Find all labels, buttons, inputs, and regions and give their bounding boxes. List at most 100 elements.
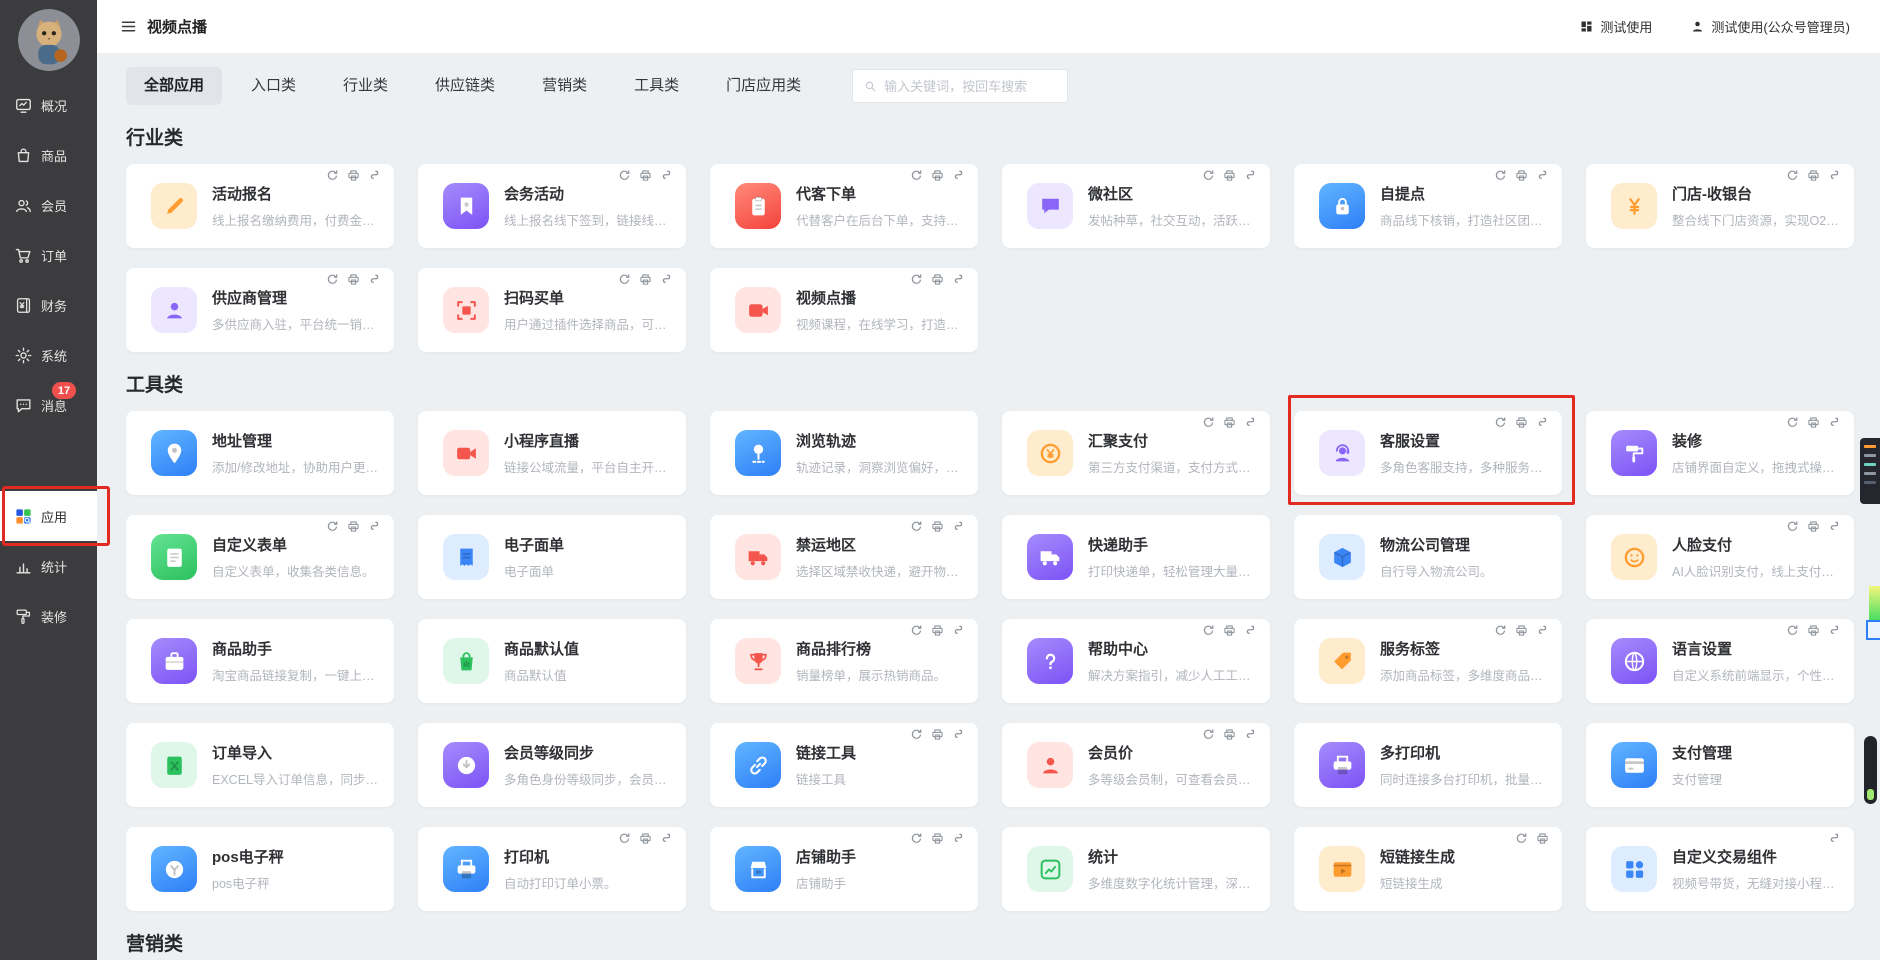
app-card[interactable]: 自提点 商品线下核销，打造社区团购平... [1294,164,1562,248]
printer-action-icon[interactable] [347,273,360,286]
printer-action-icon[interactable] [931,832,944,845]
refresh-action-icon[interactable] [326,169,339,182]
refresh-action-icon[interactable] [1494,416,1507,429]
link-action-icon[interactable] [660,273,673,286]
sidebar-item-finance[interactable]: 财务 [0,280,97,330]
refresh-action-icon[interactable] [910,520,923,533]
link-action-icon[interactable] [1244,416,1257,429]
tab-2[interactable]: 行业类 [325,67,406,105]
tab-all-apps[interactable]: 全部应用 [126,67,223,105]
printer-action-icon[interactable] [1223,169,1236,182]
printer-action-icon[interactable] [1515,416,1528,429]
tab-4[interactable]: 营销类 [524,67,605,105]
refresh-action-icon[interactable] [1202,728,1215,741]
printer-action-icon[interactable] [347,520,360,533]
printer-action-icon[interactable] [931,273,944,286]
printer-action-icon[interactable] [1223,624,1236,637]
refresh-action-icon[interactable] [910,273,923,286]
printer-action-icon[interactable] [931,520,944,533]
app-card[interactable]: 服务标签 添加商品标签，多维度商品标记。 [1294,619,1562,703]
search-input[interactable] [884,78,1058,94]
app-card[interactable]: pos电子秤 pos电子秤 [126,827,394,911]
app-card[interactable]: 支付管理 支付管理 [1586,723,1854,807]
app-card[interactable]: 统计 多维度数字化统计管理，深度了... [1002,827,1270,911]
printer-action-icon[interactable] [1536,832,1549,845]
tab-3[interactable]: 供应链类 [417,67,513,105]
app-card[interactable]: 商品排行榜 销量榜单，展示热销商品。 [710,619,978,703]
sidebar-item-order[interactable]: 订单 [0,230,97,280]
link-action-icon[interactable] [368,169,381,182]
printer-action-icon[interactable] [1515,624,1528,637]
app-card[interactable]: 禁运地区 选择区域禁收快递，避开物流收... [710,515,978,599]
app-card[interactable]: 多打印机 同时连接多台打印机，批量完成... [1294,723,1562,807]
printer-action-icon[interactable] [1515,169,1528,182]
app-card[interactable]: 会务活动 线上报名线下签到，链接线下活... [418,164,686,248]
edge-widget-toolbar[interactable] [1860,438,1880,504]
link-action-icon[interactable] [1536,416,1549,429]
tab-1[interactable]: 入口类 [233,67,314,105]
sidebar-item-goods[interactable]: 商品 [0,130,97,180]
app-card[interactable]: 代客下单 代替客户在后台下单，支持自营... [710,164,978,248]
tab-5[interactable]: 工具类 [616,67,697,105]
link-action-icon[interactable] [952,728,965,741]
refresh-action-icon[interactable] [910,624,923,637]
app-card[interactable]: 小程序直播 链接公域流量，平台自主开播。 [418,411,686,495]
printer-action-icon[interactable] [1807,169,1820,182]
refresh-action-icon[interactable] [1202,624,1215,637]
link-action-icon[interactable] [1244,169,1257,182]
printer-action-icon[interactable] [639,832,652,845]
printer-action-icon[interactable] [347,169,360,182]
sidebar-item-message[interactable]: 消息 17 [0,380,97,430]
app-card[interactable]: 电子面单 电子面单 [418,515,686,599]
sidebar-item-overview[interactable]: 概况 [0,80,97,130]
account-menu[interactable]: 测试使用(公众号管理员) [1690,17,1850,36]
sidebar-item-apps[interactable]: 应用 [0,486,110,546]
avatar[interactable] [17,9,80,71]
workspace-switcher[interactable]: 测试使用 [1579,17,1652,36]
app-card[interactable]: 自定义表单 自定义表单，收集各类信息。 [126,515,394,599]
link-action-icon[interactable] [952,624,965,637]
app-card[interactable]: 客服设置 多角色客服支持，多种服务入口。 [1288,395,1575,505]
link-action-icon[interactable] [1828,624,1841,637]
app-card[interactable]: 打印机 自动打印订单小票。 [418,827,686,911]
app-card[interactable]: 会员价 多等级会员制，可查看会员价，... [1002,723,1270,807]
refresh-action-icon[interactable] [1494,624,1507,637]
app-card[interactable]: 链接工具 链接工具 [710,723,978,807]
link-action-icon[interactable] [1828,832,1841,845]
app-card[interactable]: 汇聚支付 第三方支付渠道，支付方式多样... [1002,411,1270,495]
refresh-action-icon[interactable] [910,728,923,741]
link-action-icon[interactable] [368,520,381,533]
link-action-icon[interactable] [660,169,673,182]
sidebar-item-deco[interactable]: 装修 [0,591,97,641]
link-action-icon[interactable] [1828,520,1841,533]
app-card[interactable]: 扫码买单 用户通过插件选择商品，可以直... [418,268,686,352]
refresh-action-icon[interactable] [1494,169,1507,182]
app-card[interactable]: 人脸支付 AI人脸识别支付，线上支付即成... [1586,515,1854,599]
refresh-action-icon[interactable] [1515,832,1528,845]
refresh-action-icon[interactable] [1786,520,1799,533]
link-action-icon[interactable] [1828,169,1841,182]
app-card[interactable]: 地址管理 添加/修改地址，协助用户更改信... [126,411,394,495]
refresh-action-icon[interactable] [618,832,631,845]
link-action-icon[interactable] [952,169,965,182]
printer-action-icon[interactable] [931,169,944,182]
menu-toggle-icon[interactable] [120,18,137,35]
printer-action-icon[interactable] [639,169,652,182]
app-card[interactable]: 视频点播 视频课程，在线学习，打造知识... [710,268,978,352]
app-card[interactable]: 快递助手 打印快递单，轻松管理大量订单。 [1002,515,1270,599]
refresh-action-icon[interactable] [1786,169,1799,182]
printer-action-icon[interactable] [639,273,652,286]
sidebar-item-stats[interactable]: 统计 [0,541,97,591]
app-card[interactable]: 装修 店铺界面自定义，拖拽式操作，... [1586,411,1854,495]
app-card[interactable]: 订单导入 EXCEL导入订单信息，同步管理。 [126,723,394,807]
link-action-icon[interactable] [1536,169,1549,182]
link-action-icon[interactable] [952,520,965,533]
link-action-icon[interactable] [952,832,965,845]
refresh-action-icon[interactable] [1202,169,1215,182]
refresh-action-icon[interactable] [910,169,923,182]
sidebar-item-system[interactable]: 系统 [0,330,97,380]
app-card[interactable]: 供应商管理 多供应商入驻，平台统一销售，... [126,268,394,352]
printer-action-icon[interactable] [1807,416,1820,429]
link-action-icon[interactable] [1828,416,1841,429]
app-card[interactable]: 浏览轨迹 轨迹记录，洞察浏览偏好，进行... [710,411,978,495]
